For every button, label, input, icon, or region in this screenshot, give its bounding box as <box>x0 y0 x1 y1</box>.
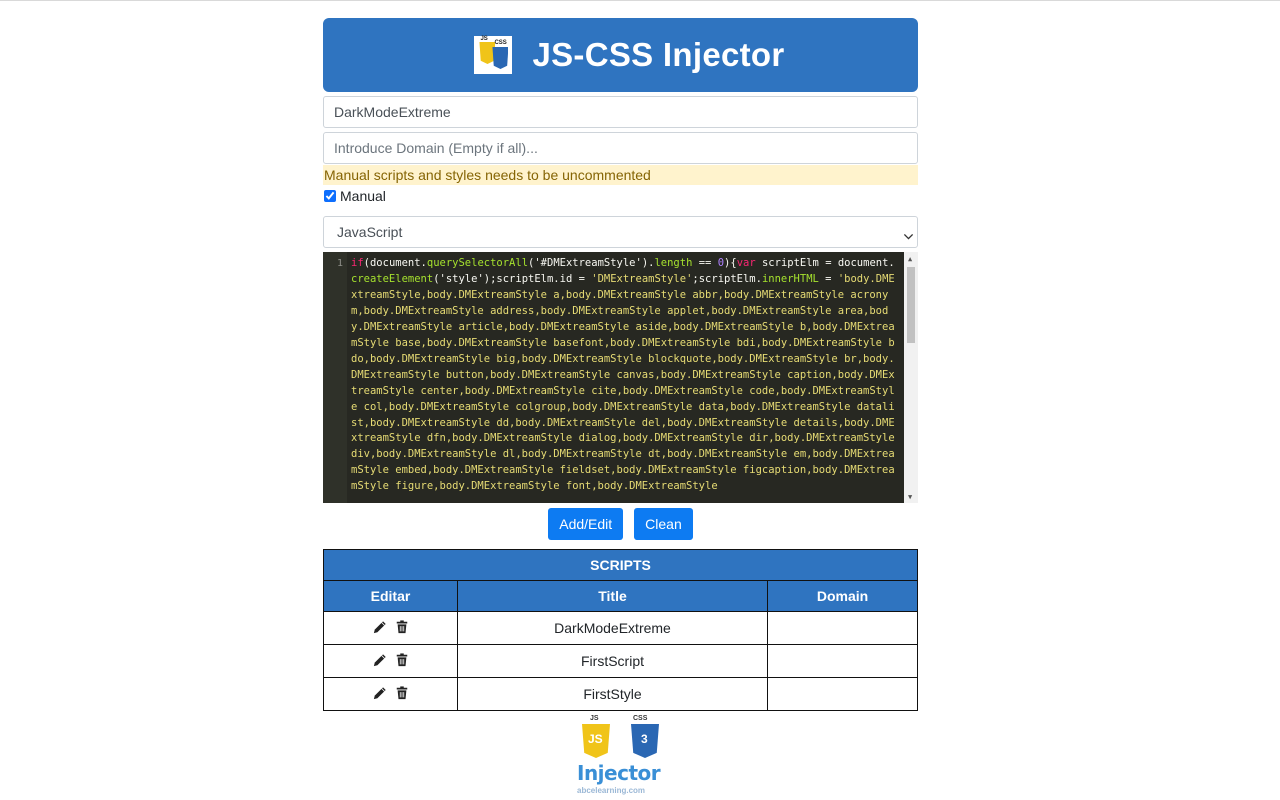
editor-gutter: 1 <box>323 252 347 503</box>
css-shield-icon <box>492 47 509 69</box>
code-token: var <box>736 257 756 269</box>
column-header-editar: Editar <box>323 580 458 612</box>
scripts-table: SCRIPTS Editar Title Domain DarkModeExtr… <box>323 549 918 711</box>
manual-warning: Manual scripts and styles needs to be un… <box>323 165 918 185</box>
type-select[interactable]: JavaScript <box>323 216 918 248</box>
table-row: DarkModeExtreme <box>323 611 918 645</box>
manual-label: Manual <box>340 188 386 204</box>
row-domain <box>767 611 918 645</box>
row-actions <box>323 644 458 678</box>
pencil-icon[interactable] <box>373 653 387 667</box>
footer-js-tag: JS <box>590 715 599 722</box>
code-token: ('#DMExtreamStyle') <box>528 257 649 269</box>
logo-css-tag: CSS <box>494 40 507 46</box>
chevron-down-icon <box>903 224 914 254</box>
footer-site: abcelearning.com <box>577 786 646 795</box>
pencil-icon[interactable] <box>373 686 387 700</box>
injector-footer-logo: JS CSS JS 3 Injector abcelearning.com <box>575 714 670 800</box>
code-token: ('style') <box>433 272 491 285</box>
code-token: ;scriptElm. <box>692 272 762 285</box>
code-content[interactable]: if(document.querySelectorAll('#DMExtream… <box>351 256 899 502</box>
code-token: 'DMExtreamStyle' <box>591 272 693 285</box>
footer-css-tag: CSS <box>633 715 648 722</box>
code-token: querySelectorAll <box>426 257 529 269</box>
code-token: (document. <box>363 257 427 269</box>
scroll-down-icon[interactable]: ▼ <box>908 493 912 501</box>
manual-checkbox-row[interactable]: Manual <box>323 185 918 207</box>
injector-panel: JS CSS JS-CSS Injector Manual scripts an… <box>323 18 918 711</box>
app-title: JS-CSS Injector <box>532 36 785 73</box>
table-caption: SCRIPTS <box>323 549 918 581</box>
code-token: = document. <box>818 257 895 269</box>
clean-button[interactable]: Clean <box>634 508 693 540</box>
row-actions <box>323 677 458 711</box>
scroll-up-icon[interactable]: ▲ <box>908 255 912 263</box>
trash-icon[interactable] <box>395 619 409 634</box>
type-select-wrapper: JavaScript <box>323 216 918 248</box>
editor-scrollbar[interactable]: ▲ ▼ <box>904 252 918 503</box>
code-token: innerHTML <box>761 272 819 285</box>
scrollbar-thumb[interactable] <box>907 267 915 343</box>
trash-icon[interactable] <box>395 685 409 700</box>
table-row: FirstStyle <box>323 677 918 711</box>
row-actions <box>323 611 458 645</box>
code-token: ){ <box>724 257 737 269</box>
add-edit-button[interactable]: Add/Edit <box>548 508 624 540</box>
code-token: == <box>692 257 718 269</box>
js-css-logo-icon: JS CSS <box>474 36 513 74</box>
app-header: JS CSS JS-CSS Injector <box>323 18 918 92</box>
logo-js-tag: JS <box>480 36 488 42</box>
row-domain <box>767 644 918 678</box>
manual-checkbox[interactable] <box>324 190 336 202</box>
script-name-input[interactable] <box>323 96 918 128</box>
code-token: if <box>351 257 364 269</box>
code-string: 'body.DMExtreamStyle,body.DMExtreamStyle… <box>351 272 895 493</box>
line-number: 1 <box>337 258 344 269</box>
code-token: = <box>818 272 838 285</box>
footer-brand: Injector <box>577 761 661 785</box>
row-title: FirstStyle <box>457 677 768 711</box>
column-header-title: Title <box>457 580 768 612</box>
code-token: length <box>654 257 693 269</box>
row-title: DarkModeExtreme <box>457 611 768 645</box>
column-header-domain: Domain <box>767 580 918 612</box>
footer-css-letters: 3 <box>641 732 648 746</box>
trash-icon[interactable] <box>395 652 409 667</box>
code-token: ;scriptElm.id = <box>490 272 592 285</box>
row-domain <box>767 677 918 711</box>
footer-js-letters: JS <box>588 732 603 746</box>
table-row: FirstScript <box>323 644 918 678</box>
action-buttons: Add/Edit Clean <box>323 508 918 540</box>
code-token: createElement <box>351 272 434 285</box>
code-editor[interactable]: 1 if(document.querySelectorAll('#DMExtre… <box>323 252 918 503</box>
code-token: scriptElm <box>755 257 819 269</box>
domain-input[interactable] <box>323 132 918 164</box>
pencil-icon[interactable] <box>373 620 387 634</box>
row-title: FirstScript <box>457 644 768 678</box>
top-divider <box>0 0 1280 1</box>
type-select-value: JavaScript <box>337 224 403 240</box>
